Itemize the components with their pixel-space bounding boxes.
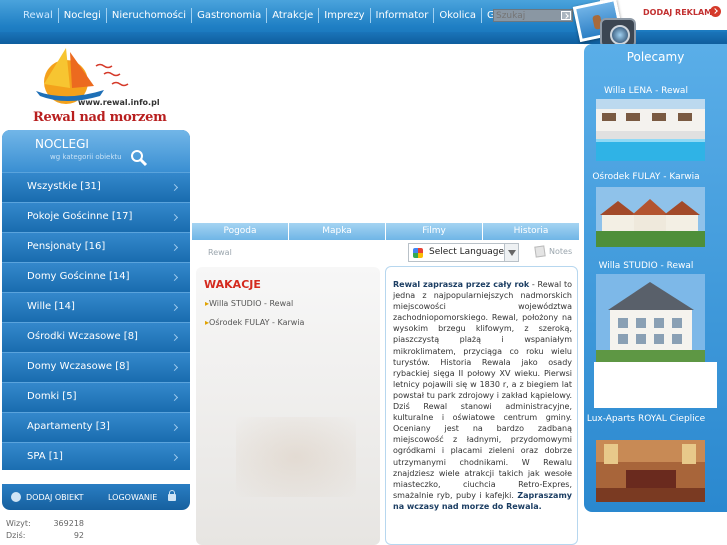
category-item-guest-houses[interactable]: Domy Gościnne [14] [2,262,190,291]
category-label: SPA [1] [27,451,63,462]
article-body: - Rewal to jedna z najpopularniejszych n… [393,280,572,500]
category-label: Wszystkie [31] [27,181,101,192]
category-item-resorts[interactable]: Ośrodki Wczasowe [8] [2,322,190,351]
category-item-spa[interactable]: SPA [1] [2,442,190,470]
chevron-right-icon [170,243,179,252]
category-item-all[interactable]: Wszystkie [31] [2,172,190,201]
stat-row-visits: Wizyt: 369218 [6,518,84,530]
category-label: Pensjonaty [16] [27,241,106,252]
category-item-villas[interactable]: Wille [14] [2,292,190,321]
holidays-box: WAKACJE Willa STUDIO - Rewal Ośrodek FUL… [196,267,380,545]
fulay-resort-photo[interactable] [596,187,705,247]
chevron-right-icon [170,393,179,402]
arrow-right-icon[interactable] [710,6,721,17]
category-label: Domy Gościnne [14] [27,271,130,282]
category-label: Domy Wczasowe [8] [27,361,130,372]
category-label: Wille [14] [27,301,75,312]
nav-item-noclegi[interactable]: Noclegi [59,8,107,23]
chevron-right-icon [170,363,179,372]
recommended-title: Polecamy [626,50,685,64]
stat-value: 92 [73,531,84,540]
nav-item-atrakcje[interactable]: Atrakcje [267,8,320,23]
nav-item-gastronomia[interactable]: Gastronomia [192,8,268,23]
card-spacer [594,362,717,408]
add-ad-label[interactable]: DODAJ REKLAMĘ [643,8,718,17]
category-item-guesthouses[interactable]: Pensjonaty [16] [2,232,190,261]
stat-label: Wizyt: [6,519,31,528]
recommended-name[interactable]: Willa STUDIO - Rewal [584,260,708,272]
language-select[interactable]: Select Language [408,243,519,262]
tab-videos[interactable]: Filmy [386,223,483,240]
chevron-right-icon [170,213,179,222]
accommodation-header: NOCLEGI wg kategorii obiektu [2,130,190,172]
site-logo[interactable]: www.rewal.info.pl Rewal nad morzem [0,44,190,130]
recommended-name[interactable]: Ośrodek FULAY - Karwia [584,171,708,183]
user-icon [11,492,21,502]
stat-label: Dziś: [6,531,26,540]
info-tabs: Pogoda Mapka Filmy Historia [192,223,579,240]
login-link[interactable]: LOGOWANIE [108,493,157,502]
nav-item-okolica[interactable]: Okolica [434,8,482,23]
category-item-apartments[interactable]: Apartamenty [3] [2,412,190,441]
banner-area [190,44,584,222]
recommended-column: Polecamy Willa LENA - Rewal Ośrodek FULA… [584,44,727,512]
chevron-right-icon [170,453,179,462]
lux-aparts-royal-photo[interactable] [596,440,705,502]
nav-item-informator[interactable]: Informator [371,8,435,23]
holiday-offer-link[interactable]: Willa STUDIO - Rewal [205,299,293,308]
chevron-right-icon [170,423,179,432]
chevron-right-icon [170,303,179,312]
lock-icon [168,490,176,501]
chevron-right-icon [170,333,179,342]
recommended-name[interactable]: Willa LENA - Rewal [584,85,708,97]
notes-link[interactable]: Notes [549,247,572,256]
stat-value: 369218 [53,519,84,528]
article-box: Rewal zaprasza przez cały rok - Rewal to… [385,266,578,545]
category-label: Pokoje Gościnne [17] [27,211,133,222]
stat-row-today: Dziś: 92 [6,530,84,542]
article-text: Rewal zaprasza przez cały rok - Rewal to… [393,279,572,512]
tab-weather[interactable]: Pogoda [192,223,289,240]
category-label: Apartamenty [3] [27,421,110,432]
category-label: Domki [5] [27,391,77,402]
villa-studio-photo[interactable] [596,274,705,362]
category-item-holiday-houses[interactable]: Domy Wczasowe [8] [2,352,190,381]
category-item-cottages[interactable]: Domki [5] [2,382,190,411]
notes-icon[interactable] [534,245,546,258]
holiday-offer-link[interactable]: Ośrodek FULAY - Karwia [205,318,304,327]
nav-item-imprezy[interactable]: Imprezy [319,8,371,23]
search-input[interactable] [496,10,558,21]
nav-item-rewal[interactable]: Rewal [18,8,59,23]
accommodation-panel: NOCLEGI wg kategorii obiektu Wszystkie [… [2,130,190,470]
article-lead: Rewal zaprasza przez cały rok [393,280,530,289]
category-label: Ośrodki Wczasowe [8] [27,331,138,342]
search-box [493,9,573,22]
magnifier-icon[interactable] [130,149,148,167]
visit-stats: Wizyt: 369218 Dziś: 92 [6,518,84,542]
chevron-right-icon [170,273,179,282]
google-translate-icon [413,248,423,258]
logo-url: www.rewal.info.pl [78,98,160,107]
recommended-name[interactable]: Lux-Aparts ROYAL Cieplice [584,413,708,425]
tab-map[interactable]: Mapka [289,223,386,240]
chevron-down-icon[interactable] [504,244,518,261]
add-object-link[interactable]: DODAJ OBIEKT [26,493,84,502]
holidays-title: WAKACJE [204,278,261,291]
logo-name: Rewal nad morzem [33,110,167,125]
accommodation-subtitle: wg kategorii obiektu [50,153,122,161]
tab-history[interactable]: Historia [483,223,579,240]
language-select-label: Select Language [429,247,505,257]
nav-item-nieruchomosci[interactable]: Nieruchomości [107,8,193,23]
villa-lena-photo[interactable] [596,99,705,161]
accommodation-title: NOCLEGI [35,137,89,151]
breadcrumb[interactable]: Rewal [208,248,232,257]
category-item-guest-rooms[interactable]: Pokoje Gościnne [17] [2,202,190,231]
chevron-right-icon [170,183,179,192]
search-submit-icon[interactable] [561,11,571,20]
main-menu: Rewal Noclegi Nieruchomości Gastronomia … [18,8,528,23]
account-bar: DODAJ OBIEKT LOGOWANIE [2,484,190,510]
